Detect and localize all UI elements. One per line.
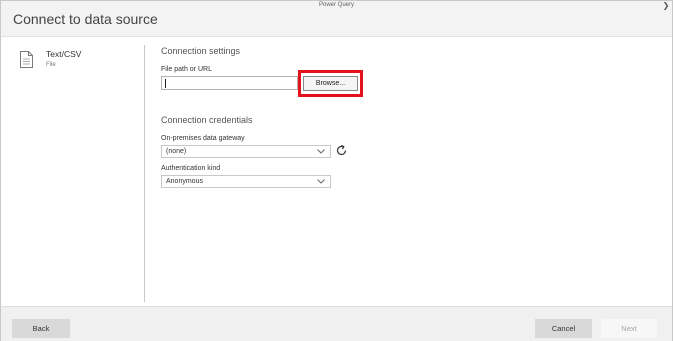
back-button[interactable]: Back (12, 319, 70, 338)
file-icon (20, 51, 33, 68)
data-source-name: Text/CSV (46, 49, 82, 59)
auth-kind-label: Authentication kind (161, 165, 221, 172)
close-button[interactable]: ❯ (662, 1, 670, 11)
browse-highlight-box: Browse... (298, 70, 363, 97)
gateway-value: (none) (166, 148, 187, 155)
connect-dialog: Power Query Connect to data source ❯ Tex… (0, 0, 673, 341)
chevron-down-icon (317, 179, 325, 184)
auth-kind-select[interactable]: Anonymous (161, 175, 331, 188)
data-source-item-text-csv[interactable]: Text/CSV File (19, 47, 134, 77)
pane-divider (144, 45, 145, 302)
title-bar: Power Query Connect to data source ❯ (1, 1, 672, 37)
data-source-type: File (46, 62, 56, 68)
connection-form: Connection settings File path or URL Bro… (161, 38, 661, 302)
dialog-title: Connect to data source (13, 11, 158, 27)
cancel-button[interactable]: Cancel (535, 319, 592, 338)
gateway-label: On-premises data gateway (161, 135, 245, 142)
browse-button[interactable]: Browse... (303, 76, 358, 91)
gateway-select[interactable]: (none) (161, 145, 331, 158)
footer-bar: Back Cancel Next (1, 306, 672, 341)
refresh-icon[interactable] (335, 144, 348, 157)
chevron-down-icon (317, 149, 325, 154)
text-caret (165, 79, 166, 88)
connection-credentials-heading: Connection credentials (161, 115, 253, 125)
connection-settings-heading: Connection settings (161, 46, 241, 56)
file-path-input[interactable] (161, 76, 298, 90)
auth-kind-value: Anonymous (166, 178, 203, 185)
next-button[interactable]: Next (601, 319, 657, 338)
file-path-label: File path or URL (161, 66, 212, 73)
app-title: Power Query (318, 2, 354, 8)
data-source-pane: Text/CSV File (1, 38, 144, 302)
